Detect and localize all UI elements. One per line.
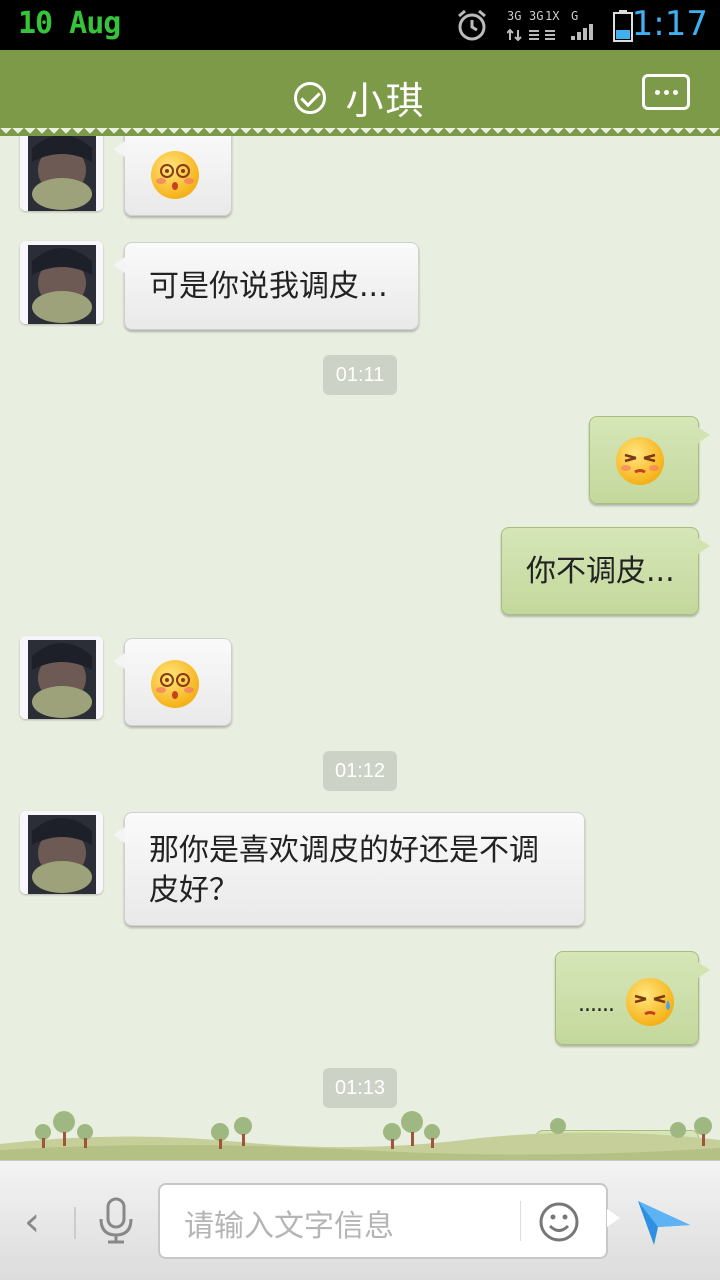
dot (664, 90, 669, 95)
check-circle-icon (294, 81, 327, 114)
title-wrap: 小琪 (0, 70, 720, 125)
back-chevron-icon[interactable]: ‹ (24, 1199, 40, 1245)
message-text: 可是你说我调皮... (149, 269, 388, 304)
network-label-2: 3G (529, 9, 544, 23)
message-text: ...... (578, 992, 615, 1017)
message-bubble[interactable] (589, 416, 710, 504)
smiley-icon[interactable] (538, 1201, 580, 1243)
alarm-icon (458, 9, 486, 41)
avatar[interactable] (20, 136, 103, 211)
avatar[interactable] (20, 241, 103, 324)
title-bar: 小琪 (0, 50, 720, 136)
input-bar: ‹ 请输入文字信息 (0, 1160, 720, 1280)
status-date: 10 Aug (18, 6, 121, 41)
status-clock: 1:17 (631, 4, 708, 44)
avatar[interactable] (20, 636, 103, 719)
timestamp: 01:13 (323, 1068, 397, 1108)
message-bubble[interactable] (113, 136, 232, 216)
sweat-face-emoji (626, 978, 674, 1026)
landscape-decoration (0, 1111, 720, 1160)
divider (520, 1201, 521, 1241)
avatar[interactable] (20, 811, 103, 894)
message-input[interactable]: 请输入文字信息 (158, 1183, 620, 1259)
network-label-1: 3G (507, 9, 522, 23)
send-icon[interactable] (636, 1197, 692, 1247)
message-bubble[interactable] (113, 638, 232, 726)
divider (74, 1207, 76, 1239)
dizzy-face-emoji (151, 151, 199, 199)
message-bubble[interactable]: 可是你说我调皮... (113, 242, 419, 330)
message-text: 你不调皮... (526, 554, 675, 589)
message-bubble[interactable]: ...... (555, 951, 710, 1045)
dot (673, 90, 678, 95)
signal-icon (507, 24, 593, 42)
input-placeholder: 请输入文字信息 (184, 1209, 394, 1244)
annoyed-face-emoji (616, 437, 664, 485)
message-text: 那你是喜欢调皮的好还是不调皮好？ (149, 833, 539, 908)
message-bubble[interactable]: 你不调皮... (501, 527, 710, 615)
avatar-photo (20, 811, 103, 894)
network-label-3: 1X (545, 9, 560, 23)
contact-name: 小琪 (345, 79, 426, 123)
avatar-photo (20, 241, 103, 324)
more-options-button[interactable] (642, 74, 690, 110)
avatar-photo (20, 136, 103, 211)
network-label-4: G (571, 9, 579, 23)
dot (655, 90, 660, 95)
message-bubble[interactable]: 那你是喜欢调皮的好还是不调皮好？ (113, 812, 585, 926)
timestamp: 01:12 (323, 751, 397, 791)
status-bar: 10 Aug 3G 3G 1X G 1:17 (0, 0, 720, 50)
microphone-icon[interactable] (96, 1197, 136, 1245)
dizzy-face-emoji (151, 660, 199, 708)
avatar-photo (20, 636, 103, 719)
timestamp: 01:11 (323, 355, 397, 395)
battery-icon (613, 10, 633, 42)
chat-area[interactable]: 可是你说我调皮... 01:11 你不调皮... 01:12 那你是喜欢调皮的好… (0, 136, 720, 1160)
